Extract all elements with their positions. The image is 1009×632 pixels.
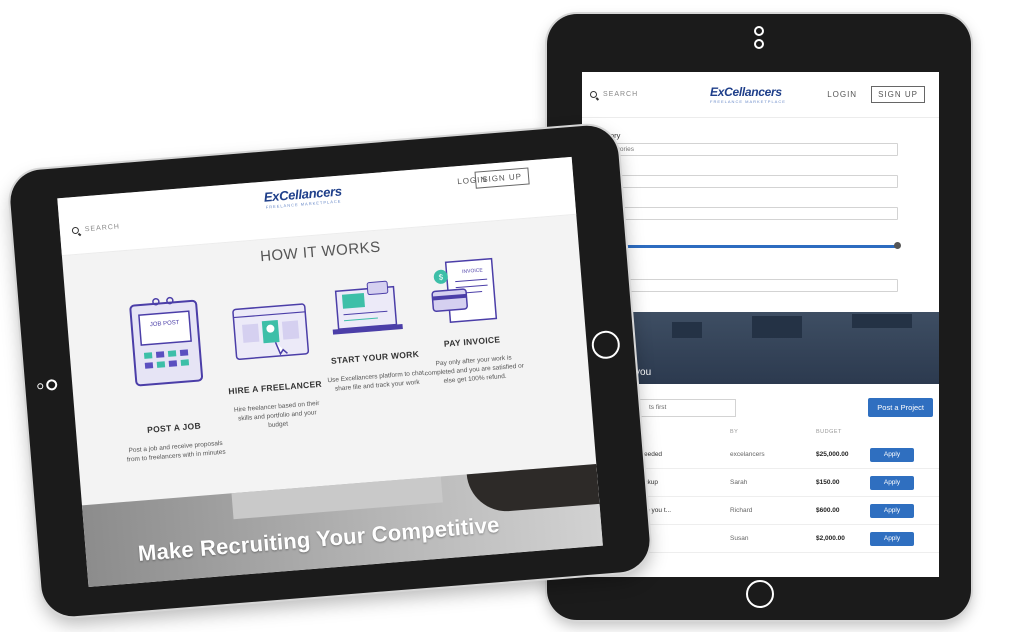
portrait-header: SEARCH ExCellancers FREELANCE MARKETPLAC…: [582, 72, 939, 118]
camera-icon: [752, 26, 766, 54]
logo[interactable]: ExCellancers FREELANCE MARKETPLACE: [710, 85, 786, 104]
budget-label: t: [590, 227, 931, 236]
slider-handle[interactable]: [894, 242, 901, 249]
job-post-illustration: JOB POST: [129, 296, 204, 387]
keyword-input[interactable]: yword: [590, 175, 898, 188]
hire-freelancer-illustration: [232, 303, 310, 360]
logo-text: ExCellancers: [710, 85, 782, 99]
search-box[interactable]: SEARCH: [590, 91, 710, 98]
project-type-label: ject Type: [590, 195, 931, 204]
signup-button[interactable]: SIGN UP: [871, 86, 925, 103]
keyword-label: yword: [590, 163, 931, 172]
apply-button[interactable]: Apply: [870, 531, 914, 546]
skills-label: kills: [590, 267, 931, 276]
column-header-by: BY: [730, 429, 739, 435]
project-budget: $150.00: [816, 479, 840, 486]
post-project-button[interactable]: Post a Project: [868, 398, 933, 417]
step-title: PAY INVOICE: [443, 334, 501, 349]
step-title: POST A JOB: [146, 420, 202, 435]
step-description: Hire freelancer based on their skills an…: [233, 399, 320, 430]
step-description: Post a job and receive proposals from to…: [126, 439, 226, 464]
apply-button[interactable]: Apply: [870, 447, 914, 462]
search-label: SEARCH: [603, 91, 639, 98]
search-label: SEARCH: [84, 223, 121, 234]
home-button-icon[interactable]: [590, 329, 621, 360]
project-budget: $600.00: [816, 507, 840, 514]
step-description: Use Excellancers platform to chat, share…: [327, 369, 427, 393]
search-icon: [590, 91, 597, 98]
slider-track: [590, 245, 898, 248]
category-label: Category: [590, 131, 931, 140]
project-author: Sarah: [730, 479, 748, 486]
pay-invoice-illustration: INVOICE $: [431, 257, 498, 323]
project-author: Richard: [730, 507, 753, 514]
login-link[interactable]: LOGIN: [827, 90, 857, 99]
apply-button[interactable]: Apply: [870, 475, 914, 490]
start-work-illustration: [332, 280, 403, 335]
column-header-budget: BUDGET: [816, 429, 842, 435]
budget-slider[interactable]: [590, 240, 901, 252]
signup-button[interactable]: SIGN UP: [474, 167, 530, 189]
project-type-select[interactable]: types: [590, 207, 898, 220]
search-box[interactable]: SEARCH: [71, 218, 192, 235]
camera-icon: [37, 378, 58, 392]
step-start-work: START YOUR WORK Use Excellancers platfor…: [325, 348, 428, 394]
project-author: Susan: [730, 535, 749, 542]
home-button-icon[interactable]: [746, 580, 774, 608]
apply-button[interactable]: Apply: [870, 503, 914, 518]
project-author: excelancers: [730, 451, 765, 458]
search-icon: [71, 226, 80, 235]
logo[interactable]: ExCellancers FREELANCE MARKETPLACE: [263, 184, 342, 210]
project-budget: $2,000.00: [816, 535, 845, 542]
step-description: Pay only after your work is completed an…: [424, 354, 525, 385]
landscape-screen: SEARCH ExCellancers FREELANCE MARKETPLAC…: [57, 156, 603, 588]
skills-input[interactable]: nd enter: [590, 279, 898, 292]
logo-tagline: FREELANCE MARKETPLACE: [710, 99, 786, 104]
step-title: HIRE A FREELANCER: [228, 378, 323, 397]
hero-headline: Make Recruiting Your Competitive: [137, 511, 501, 566]
step-title: START YOUR WORK: [330, 348, 420, 366]
tablet-landscape: SEARCH ExCellancers FREELANCE MARKETPLAC…: [8, 123, 652, 619]
filter-panel: Category All categories yword yword ject…: [582, 118, 939, 308]
project-budget: $25,000.00: [816, 451, 849, 458]
step-hire-freelancer: HIRE A FREELANCER Hire freelancer based …: [225, 378, 328, 433]
category-select[interactable]: All categories: [590, 143, 898, 156]
step-pay-invoice: PAY INVOICE Pay only after your work is …: [422, 333, 525, 388]
budget-value: .00: [590, 253, 931, 260]
step-post-job: POST A JOB Post a job and receive propos…: [124, 419, 227, 465]
